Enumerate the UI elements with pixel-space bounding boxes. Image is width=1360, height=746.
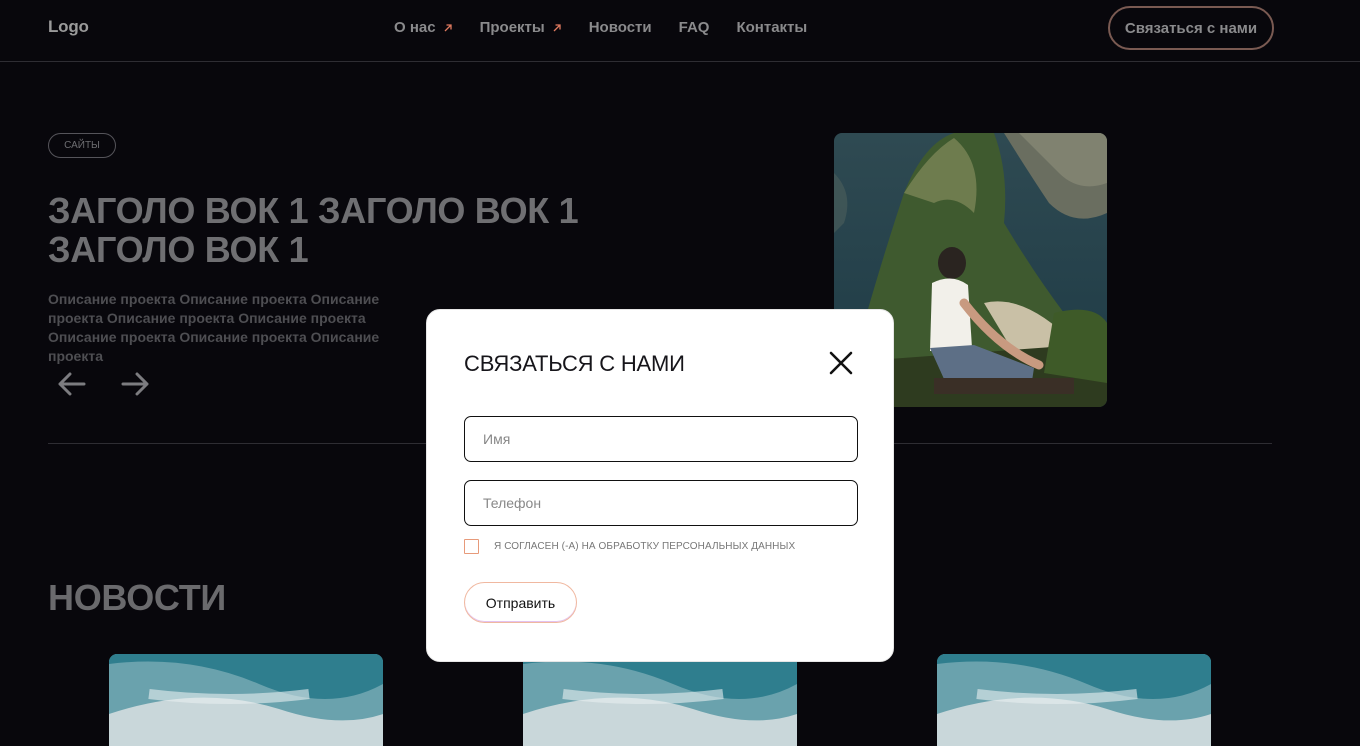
consent-checkbox[interactable] [464, 539, 479, 554]
nav-item-news[interactable]: Новости [589, 19, 652, 36]
main-nav: О нас Проекты Новости FAQ Контакты [394, 19, 807, 36]
arrow-right-icon [121, 372, 149, 396]
arrow-up-right-icon [444, 23, 452, 31]
arrow-left-icon [58, 372, 86, 396]
news-card-image [109, 654, 383, 746]
news-section-title: НОВОСТИ [48, 577, 226, 618]
hero-description: Описание проекта Описание проекта Описан… [48, 291, 380, 364]
nav-item-projects[interactable]: Проекты [480, 19, 562, 36]
news-card-image [523, 654, 797, 746]
project-tag: САЙТЫ [48, 133, 116, 158]
site-header: Logo О нас Проекты Новости FAQ Контакты … [0, 0, 1360, 62]
hero-title: ЗАГОЛО ВОК 1 ЗАГОЛО ВОК 1 ЗАГОЛО ВОК 1 [48, 190, 579, 270]
submit-button[interactable]: Отправить [464, 582, 577, 623]
news-card[interactable] [109, 654, 383, 746]
contact-modal: СВЯЗАТЬСЯ С НАМИ Я СОГЛАСЕН (-А) НА ОБРА… [426, 309, 894, 662]
nav-item-label: Новости [588, 19, 652, 36]
nav-item-label: Контакты [736, 19, 808, 36]
name-input[interactable] [464, 416, 858, 462]
contact-us-button[interactable]: Связаться с нами [1108, 6, 1274, 50]
close-icon [829, 351, 853, 375]
nav-item-label: FAQ [678, 19, 710, 36]
arrow-up-right-icon [553, 23, 561, 31]
nav-item-label: Проекты [479, 19, 545, 36]
nav-item-label: О нас [394, 19, 436, 36]
next-slide-button[interactable] [120, 368, 152, 400]
phone-input[interactable] [464, 480, 858, 526]
close-button[interactable] [826, 348, 856, 378]
consent-row: Я СОГЛАСЕН (-А) НА ОБРАБОТКУ ПЕРСОНАЛЬНЫ… [464, 539, 795, 554]
logo[interactable]: Logo [48, 17, 89, 37]
news-card-image [937, 654, 1211, 746]
news-card[interactable] [523, 654, 797, 746]
nav-item-contacts[interactable]: Контакты [736, 19, 807, 36]
nav-item-about[interactable]: О нас [394, 19, 453, 36]
prev-slide-button[interactable] [55, 368, 87, 400]
news-card[interactable] [937, 654, 1211, 746]
nav-item-faq[interactable]: FAQ [679, 19, 710, 36]
consent-label: Я СОГЛАСЕН (-А) НА ОБРАБОТКУ ПЕРСОНАЛЬНЫ… [494, 541, 796, 552]
modal-title: СВЯЗАТЬСЯ С НАМИ [464, 351, 685, 376]
